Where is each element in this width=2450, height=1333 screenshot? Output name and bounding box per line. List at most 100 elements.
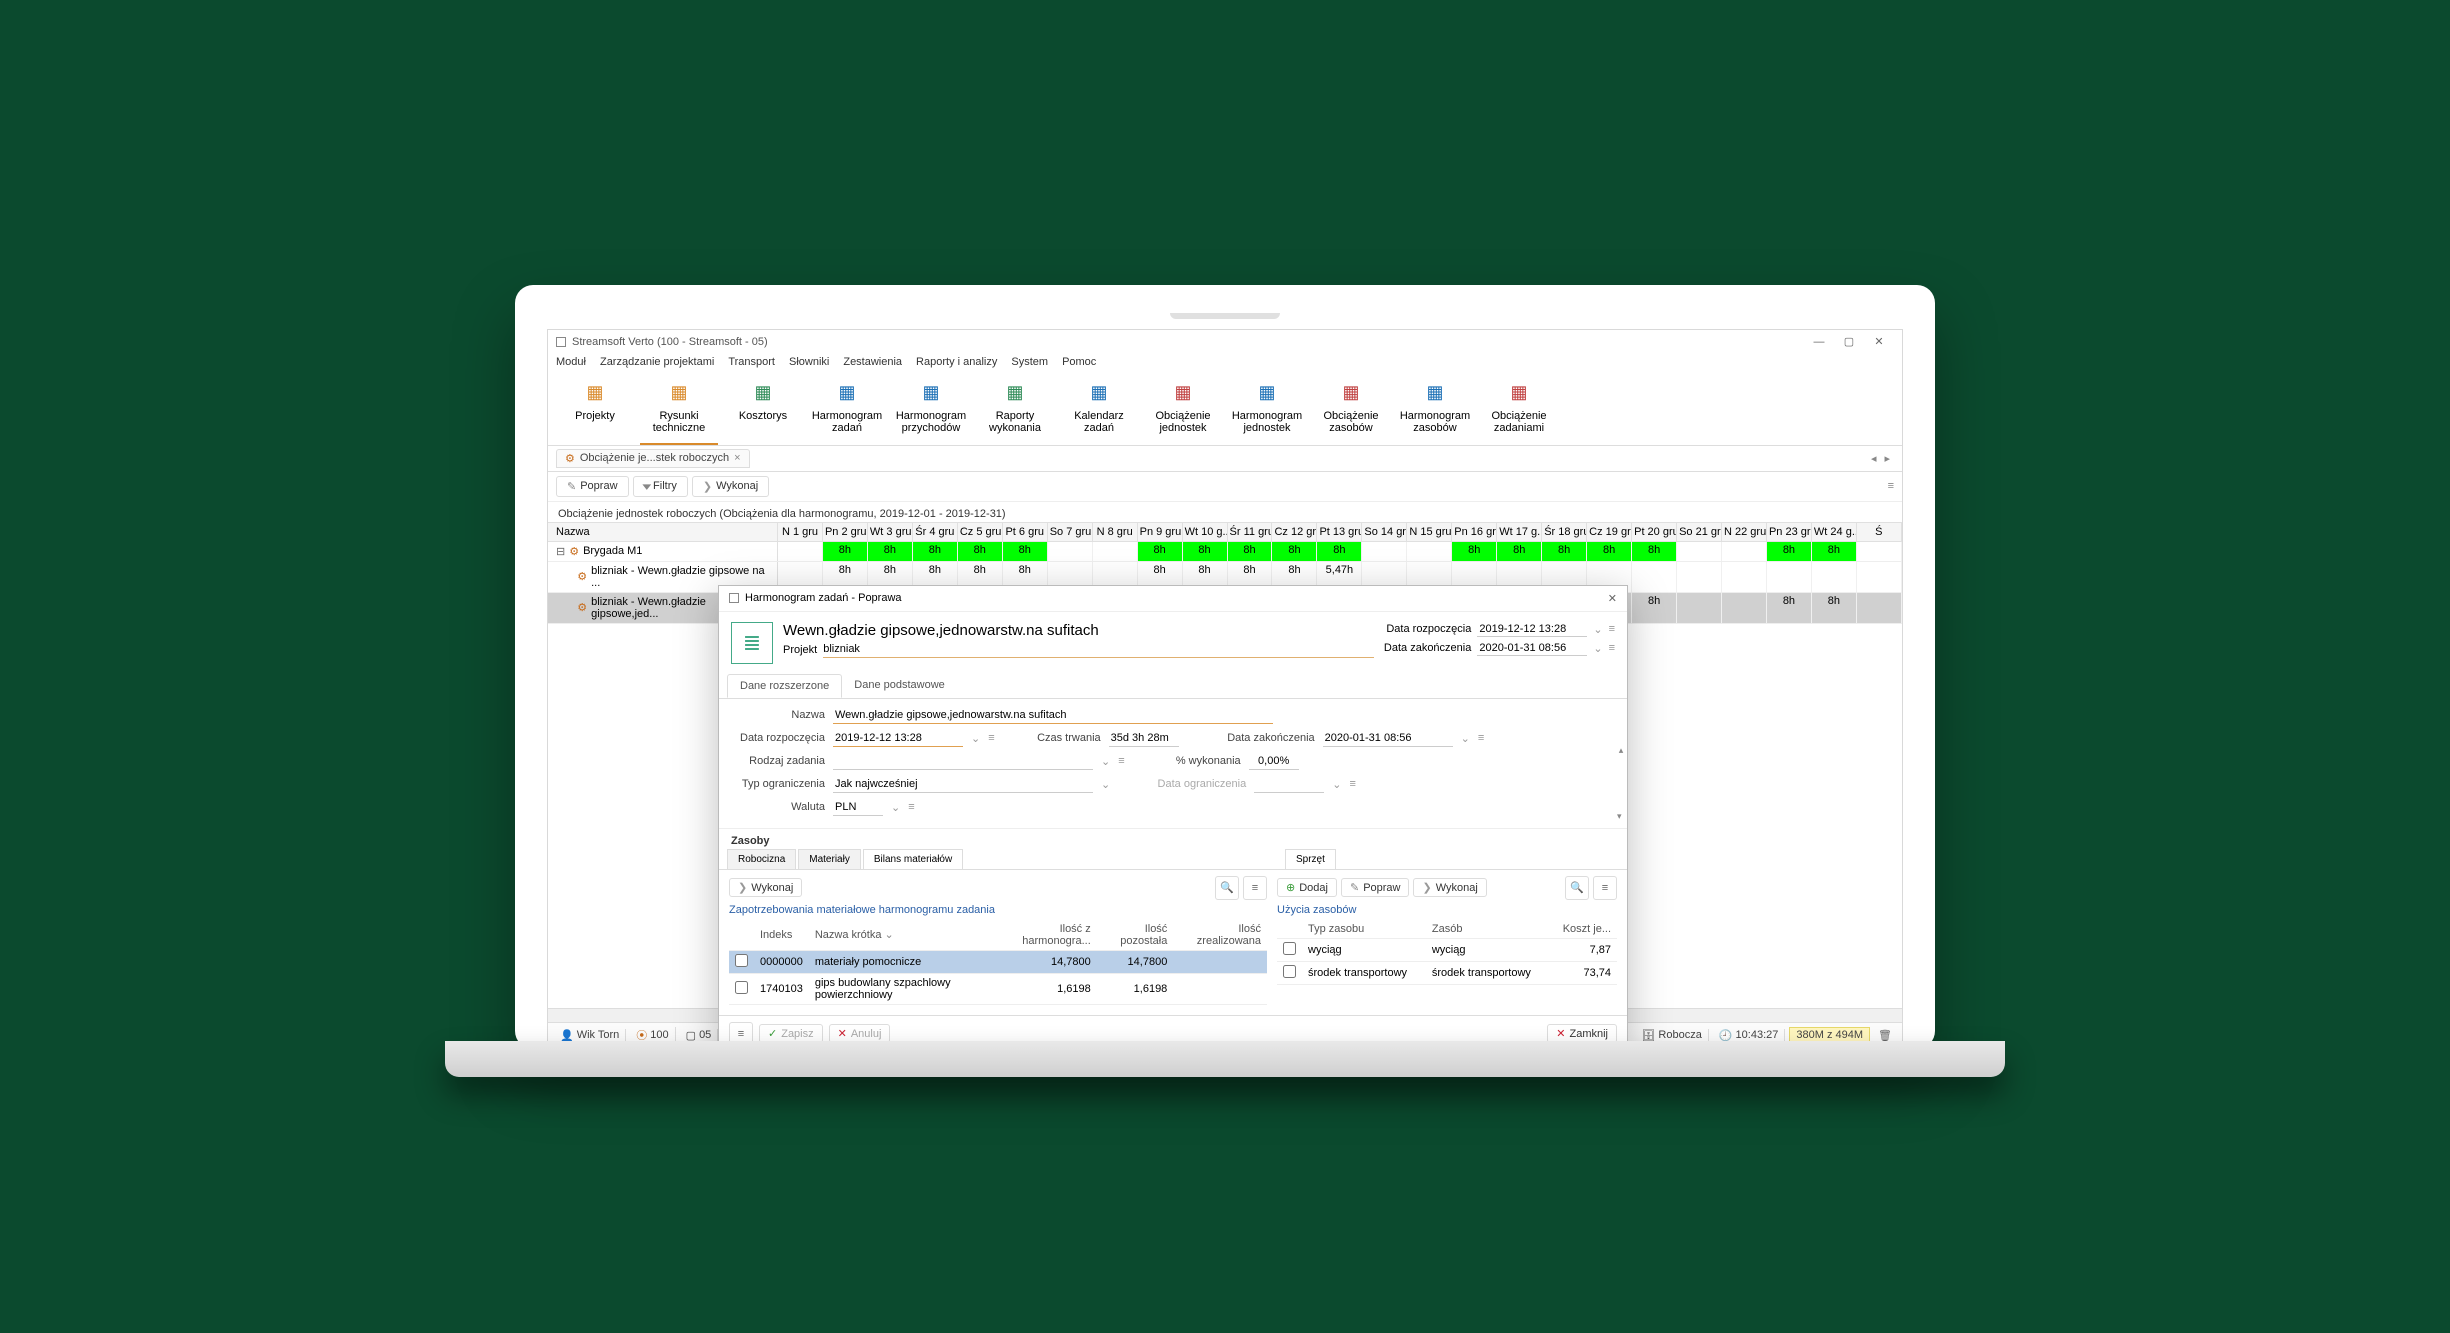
col-day[interactable]: Pt 20 gru [1632, 523, 1677, 541]
tab-right-icon[interactable]: ▸ [1884, 452, 1890, 465]
col-day[interactable]: Wt 3 gru [868, 523, 913, 541]
options-icon[interactable]: ≡ [988, 732, 994, 744]
col-day[interactable]: Pn 2 gru [823, 523, 868, 541]
ribbon-obciążenie-zasobów[interactable]: ▦Obciążenie zasobów [1312, 376, 1390, 445]
col-day[interactable]: Pt 13 gru [1317, 523, 1362, 541]
options-icon[interactable]: ≡ [1118, 755, 1124, 767]
ribbon-obciążenie-jednostek[interactable]: ▦Obciążenie jednostek [1144, 376, 1222, 445]
table-row[interactable]: wyciągwyciąg7,87 [1277, 938, 1617, 961]
chevron-down-icon[interactable]: ⌄ [1593, 623, 1602, 636]
row-checkbox[interactable] [735, 954, 748, 967]
col-day[interactable]: Ś [1857, 523, 1902, 541]
close-tab-icon[interactable]: × [734, 452, 740, 464]
popraw-button[interactable]: ✎ Popraw [556, 476, 629, 497]
ribbon-harmonogram-przychodów[interactable]: ▦Harmonogram przychodów [892, 376, 970, 445]
nazwa-input[interactable] [833, 707, 1273, 724]
proc-input[interactable] [1249, 753, 1299, 770]
tab-basic[interactable]: Dane podstawowe [842, 674, 957, 698]
czas-input[interactable] [1109, 730, 1179, 747]
col-day[interactable]: Cz 19 gru [1587, 523, 1632, 541]
subtab-robocizna[interactable]: Robocizna [727, 849, 796, 869]
table-row[interactable]: 0000000materiały pomocnicze14,780014,780… [729, 950, 1267, 973]
collapse-icon[interactable]: ⊟ [556, 545, 565, 558]
hamburger-icon[interactable]: ≡ [729, 1022, 753, 1046]
col-day[interactable]: Wt 10 g... [1183, 523, 1228, 541]
doc-tab-workload[interactable]: ⚙ Obciążenie je...stek roboczych × [556, 449, 750, 468]
col-day[interactable]: So 7 gru [1048, 523, 1093, 541]
search-icon[interactable]: 🔍 [1565, 876, 1589, 900]
menu-zarządzanie-projektami[interactable]: Zarządzanie projektami [600, 356, 714, 368]
project-field[interactable]: blizniak [823, 643, 1374, 658]
chevron-down-icon[interactable]: ⌄ [1101, 778, 1110, 791]
ribbon-rysunki-techniczne[interactable]: ▦Rysunki techniczne [640, 376, 718, 445]
chevron-down-icon[interactable]: ⌄ [1593, 642, 1602, 655]
options-icon[interactable]: ≡ [1478, 732, 1484, 744]
chevron-down-icon[interactable]: ⌄ [1332, 778, 1341, 791]
col-day[interactable]: Śr 11 gru [1228, 523, 1273, 541]
menu-zestawienia[interactable]: Zestawienia [843, 356, 902, 368]
col-day[interactable]: So 14 gru [1362, 523, 1407, 541]
right-popraw-button[interactable]: ✎Popraw [1341, 878, 1410, 897]
chevron-down-icon[interactable]: ⌄ [971, 732, 980, 745]
row-checkbox[interactable] [735, 981, 748, 994]
options-icon[interactable]: ≡ [908, 801, 914, 813]
ribbon-obciążenie-zadaniami[interactable]: ▦Obciążenie zadaniami [1480, 376, 1558, 445]
search-icon[interactable]: 🔍 [1215, 876, 1239, 900]
dialog-close-icon[interactable]: ✕ [1608, 592, 1617, 605]
chevron-down-icon[interactable]: ⌄ [1101, 755, 1110, 768]
ribbon-harmonogram-zadań[interactable]: ▦Harmonogram zadań [808, 376, 886, 445]
col-day[interactable]: Pn 23 gru [1767, 523, 1812, 541]
right-wykonaj-button[interactable]: ❯Wykonaj [1413, 878, 1486, 897]
hamburger-icon[interactable]: ≡ [1593, 876, 1617, 900]
start-date-field[interactable]: 2019-12-12 13:28 [1477, 622, 1587, 637]
ribbon-harmonogram-jednostek[interactable]: ▦Harmonogram jednostek [1228, 376, 1306, 445]
wykonaj-button[interactable]: ❯ Wykonaj [692, 476, 769, 497]
subtab-materialy[interactable]: Materiały [798, 849, 861, 869]
start-input[interactable] [833, 730, 963, 747]
anuluj-button[interactable]: ✕Anuluj [829, 1024, 891, 1043]
menu-słowniki[interactable]: Słowniki [789, 356, 829, 368]
row-checkbox[interactable] [1283, 942, 1296, 955]
options-icon[interactable]: ≡ [1609, 642, 1615, 654]
chevron-down-icon[interactable]: ⌄ [891, 801, 900, 814]
col-nazwa[interactable]: Nazwa [548, 523, 778, 541]
zamknij-button[interactable]: ✕Zamknij [1547, 1024, 1617, 1043]
hamburger-icon[interactable]: ≡ [1243, 876, 1267, 900]
left-wykonaj-button[interactable]: ❯ Wykonaj [729, 878, 802, 897]
tab-extended[interactable]: Dane rozszerzone [727, 674, 842, 698]
subtab-sprzet[interactable]: Sprzęt [1285, 849, 1336, 869]
menu-raporty-i-analizy[interactable]: Raporty i analizy [916, 356, 997, 368]
col-day[interactable]: N 15 gru [1407, 523, 1452, 541]
filtry-button[interactable]: Filtry [633, 476, 688, 497]
minimize-button[interactable]: — [1804, 336, 1834, 348]
col-day[interactable]: Cz 5 gru [958, 523, 1003, 541]
end-date-field[interactable]: 2020-01-31 08:56 [1477, 641, 1587, 656]
form-scrollbar[interactable]: ▴▾ [1617, 745, 1625, 822]
ribbon-projekty[interactable]: ▦Projekty [556, 376, 634, 445]
maximize-button[interactable]: ▢ [1834, 335, 1864, 348]
menu-moduł[interactable]: Moduł [556, 356, 586, 368]
ribbon-kalendarz-zadań[interactable]: ▦Kalendarz zadań [1060, 376, 1138, 445]
ogr-input[interactable] [833, 776, 1093, 793]
options-icon[interactable]: ≡ [1349, 778, 1355, 790]
rodzaj-input[interactable] [833, 753, 1093, 770]
wal-input[interactable] [833, 799, 883, 816]
chevron-down-icon[interactable]: ⌄ [1461, 732, 1470, 745]
col-day[interactable]: Cz 12 gru [1272, 523, 1317, 541]
ribbon-kosztorys[interactable]: ▦Kosztorys [724, 376, 802, 445]
trash-icon[interactable]: 🗑 [1874, 1029, 1896, 1042]
col-day[interactable]: Pt 6 gru [1003, 523, 1048, 541]
col-day[interactable]: So 21 gru [1677, 523, 1722, 541]
grid-row[interactable]: ⊟ ⚙ Brygada M18h8h8h8h8h8h8h8h8h8h8h8h8h… [548, 542, 1902, 562]
ribbon-harmonogram-zasobów[interactable]: ▦Harmonogram zasobów [1396, 376, 1474, 445]
col-day[interactable]: Pn 9 gru [1138, 523, 1183, 541]
subtab-bilans[interactable]: Bilans materiałów [863, 849, 963, 869]
tab-left-icon[interactable]: ◂ [1871, 452, 1877, 465]
close-button[interactable]: ✕ [1864, 335, 1894, 348]
col-day[interactable]: Pn 16 gru [1452, 523, 1497, 541]
col-day[interactable]: Wt 17 g... [1497, 523, 1542, 541]
end-input[interactable] [1323, 730, 1453, 747]
col-day[interactable]: Śr 18 gru [1542, 523, 1587, 541]
ribbon-raporty-wykonania[interactable]: ▦Raporty wykonania [976, 376, 1054, 445]
hamburger-icon[interactable]: ≡ [1888, 480, 1894, 492]
